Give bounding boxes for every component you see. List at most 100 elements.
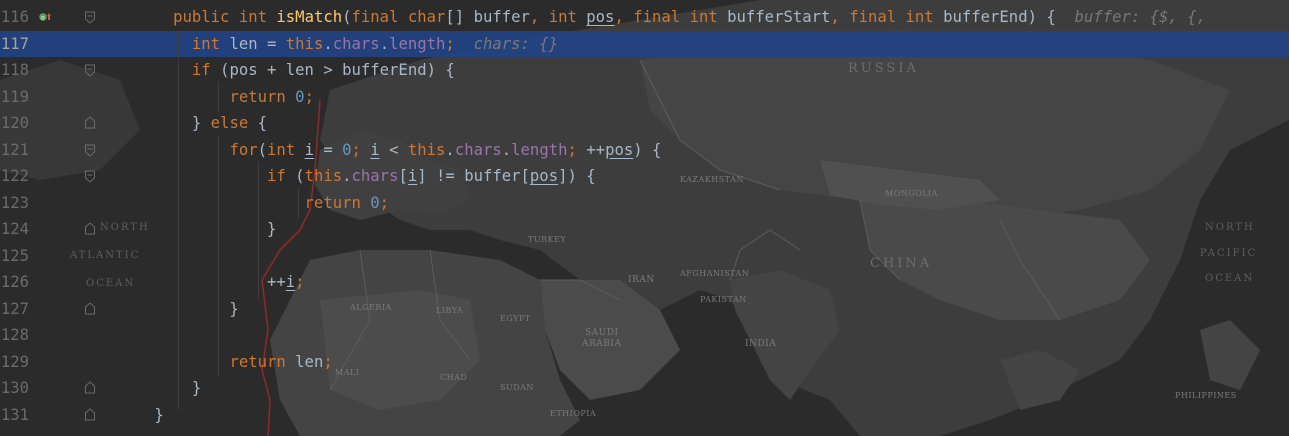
code-token: return <box>304 193 361 212</box>
code-token: } <box>98 220 277 238</box>
line-number[interactable]: 123 <box>0 190 29 217</box>
code-token: this <box>304 167 343 185</box>
code-line[interactable]: 129 return len; <box>0 349 1289 376</box>
code-token: len = <box>220 34 286 53</box>
code-line[interactable]: 121 for(int i = 0; i < this.chars.length… <box>0 137 1289 164</box>
code-token: } <box>98 114 211 132</box>
code-line[interactable]: 123 return 0; <box>0 190 1289 217</box>
code-text[interactable]: return len; <box>98 349 333 376</box>
code-token: final <box>351 8 399 26</box>
code-token: [ <box>398 167 408 185</box>
code-token: ; <box>351 140 371 159</box>
code-token: , <box>830 8 850 26</box>
code-line[interactable]: 130 } <box>0 375 1289 402</box>
fold-end-icon[interactable] <box>84 216 98 243</box>
code-line[interactable]: 117 int len = this.chars.length; chars: … <box>0 30 1289 58</box>
code-token: ; <box>445 34 455 53</box>
indent-guide <box>258 162 259 298</box>
inline-debug-hint: chars: {} <box>473 34 559 53</box>
code-token: chars <box>332 34 380 53</box>
code-text[interactable]: } <box>98 216 276 243</box>
code-token: . <box>323 34 333 53</box>
code-token: ( <box>342 8 352 26</box>
line-number[interactable]: 125 <box>0 243 29 270</box>
code-line[interactable]: 118 if (pos + len > bufferEnd) { <box>0 57 1289 84</box>
line-number[interactable]: 118 <box>0 57 29 84</box>
code-text[interactable]: ++i; <box>98 269 305 296</box>
fold-end-icon[interactable] <box>84 296 98 323</box>
code-text[interactable]: return 0; <box>98 190 390 217</box>
line-number[interactable]: 130 <box>0 375 29 402</box>
line-number[interactable]: 121 <box>0 137 29 164</box>
code-token: return <box>229 352 286 371</box>
code-line[interactable]: 120 } else { <box>0 110 1289 137</box>
code-token: ]) { <box>558 167 596 185</box>
fold-end-icon[interactable] <box>84 375 98 402</box>
override-up-icon[interactable]: o <box>38 4 52 31</box>
code-text[interactable]: } else { <box>98 110 267 137</box>
code-line[interactable]: 131 } <box>0 402 1289 429</box>
line-number[interactable]: 119 <box>0 84 29 111</box>
line-number[interactable]: 122 <box>0 163 29 190</box>
code-text[interactable]: } <box>98 375 201 402</box>
code-token: isMatch <box>276 8 343 26</box>
code-line[interactable]: 124 } <box>0 216 1289 243</box>
code-text[interactable]: } <box>98 402 164 429</box>
code-line[interactable]: 122 if (this.chars[i] != buffer[pos]) { <box>0 163 1289 190</box>
code-line[interactable]: 125 <box>0 243 1289 270</box>
code-line[interactable]: 126 ++i; <box>0 269 1289 296</box>
line-number[interactable]: 117 <box>0 31 29 58</box>
code-token: . <box>445 140 455 159</box>
code-token: length <box>511 140 568 159</box>
fold-end-icon[interactable] <box>84 402 98 429</box>
line-number[interactable]: 126 <box>0 269 29 296</box>
code-text[interactable]: for(int i = 0; i < this.chars.length; ++… <box>98 137 661 164</box>
code-token: ; <box>304 87 314 106</box>
indent-guide <box>178 30 179 410</box>
code-token: int <box>905 8 934 26</box>
code-line[interactable]: 116 o public int isMatch(final char[] buf… <box>0 4 1289 31</box>
code-token: len <box>285 352 324 371</box>
code-text[interactable]: return 0; <box>98 84 314 111</box>
code-token: ; <box>295 273 305 291</box>
code-token: , <box>614 8 634 26</box>
line-number[interactable]: 129 <box>0 349 29 376</box>
code-text[interactable]: int len = this.chars.length; chars: {} <box>98 31 558 58</box>
code-token: int <box>689 8 718 26</box>
line-number[interactable]: 128 <box>0 322 29 349</box>
code-line[interactable]: 127 } <box>0 296 1289 323</box>
code-token: ; <box>323 352 333 371</box>
indent-guide <box>298 188 299 218</box>
code-token: final <box>849 8 897 26</box>
fold-collapse-icon[interactable] <box>84 163 98 190</box>
fold-end-icon[interactable] <box>84 110 98 137</box>
code-token: } <box>98 405 164 424</box>
fold-collapse-icon[interactable] <box>84 57 98 84</box>
fold-collapse-icon[interactable] <box>84 137 98 164</box>
code-token: ++ <box>586 140 606 159</box>
line-number[interactable]: 127 <box>0 296 29 323</box>
code-line[interactable]: 128 <box>0 322 1289 349</box>
line-number[interactable]: 131 <box>0 402 29 429</box>
line-number[interactable]: 116 <box>0 4 29 31</box>
line-number[interactable]: 120 <box>0 110 29 137</box>
fold-collapse-icon[interactable] <box>84 4 98 31</box>
code-text[interactable]: if (pos + len > bufferEnd) { <box>98 57 455 84</box>
code-line[interactable]: 119 return 0; <box>0 84 1289 111</box>
line-number[interactable]: 124 <box>0 216 29 243</box>
code-editor[interactable]: 116 o public int isMatch(final char[] buf… <box>0 0 1289 436</box>
code-token: i <box>370 140 380 159</box>
code-token: ( <box>285 167 305 185</box>
code-text[interactable]: if (this.chars[i] != buffer[pos]) { <box>98 163 596 190</box>
code-token: i <box>407 167 418 185</box>
code-token: if <box>267 167 286 185</box>
code-text[interactable]: public int isMatch(final char[] buffer, … <box>98 4 1215 31</box>
code-token: [] buffer <box>445 8 530 26</box>
